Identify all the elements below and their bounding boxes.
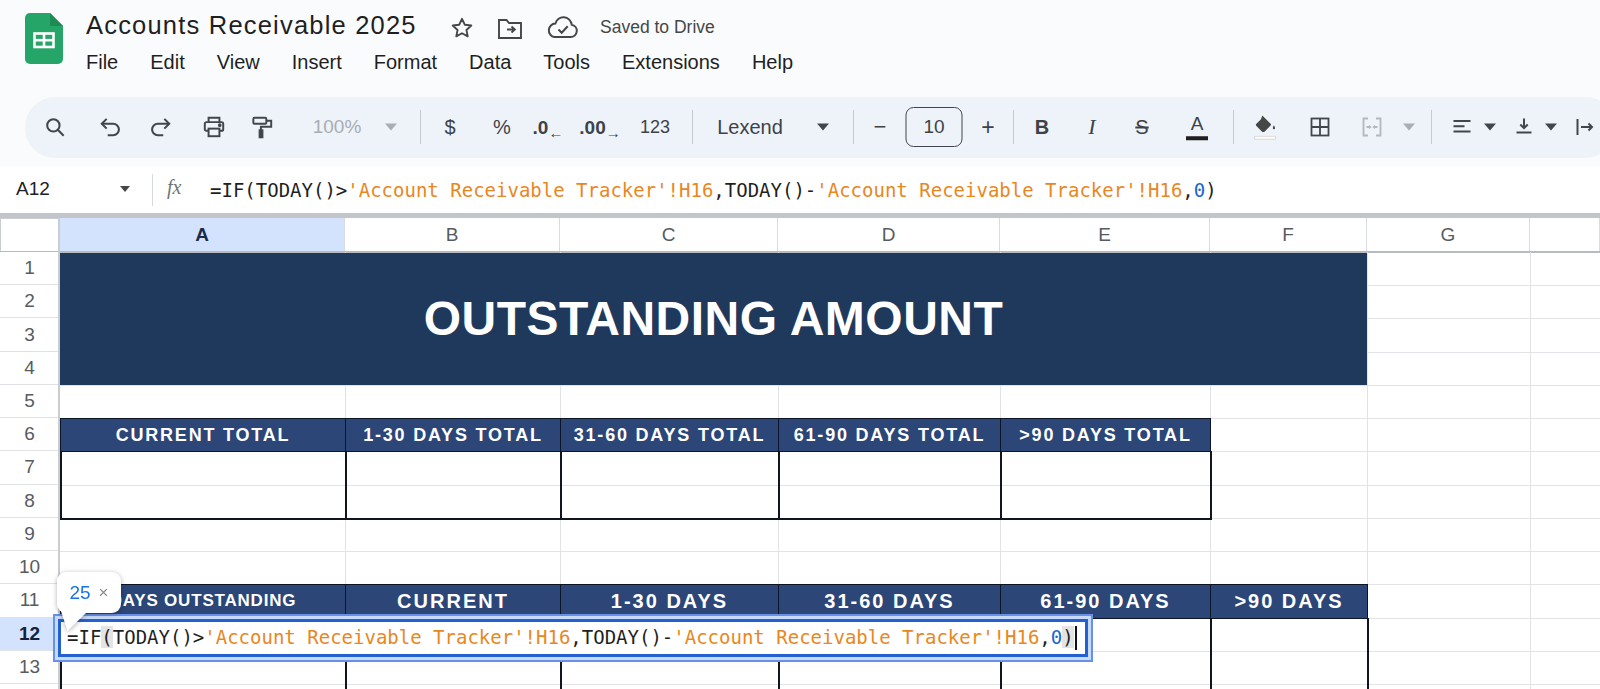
decrease-font-size-button[interactable]: −: [874, 114, 887, 140]
menu-tools[interactable]: Tools: [527, 48, 606, 77]
vertical-align-button[interactable]: [1512, 115, 1536, 139]
summary-header-cell: 31-60 DAYS TOTAL: [560, 418, 779, 452]
row-header-12[interactable]: 12: [0, 618, 59, 651]
font-name-select[interactable]: Lexend: [717, 116, 783, 139]
summary-border: [1210, 451, 1212, 517]
summary-header-cell: CURRENT TOTAL: [60, 418, 346, 452]
row-header-11[interactable]: 11: [0, 584, 59, 617]
increase-decimal-button[interactable]: .00→: [579, 114, 620, 141]
document-title[interactable]: Accounts Receivable 2025: [86, 11, 417, 40]
column-header-B[interactable]: B: [345, 218, 560, 252]
row-header-7[interactable]: 7: [0, 451, 59, 484]
column-header-C[interactable]: C: [560, 218, 778, 252]
row-header-4[interactable]: 4: [0, 352, 59, 385]
search-icon[interactable]: [42, 114, 68, 140]
undo-icon[interactable]: [98, 114, 124, 140]
summary-border: [560, 451, 562, 517]
row-header-9[interactable]: 9: [0, 518, 59, 551]
text-color-button[interactable]: A: [1186, 114, 1208, 140]
summary-header-cell: >90 DAYS TOTAL: [1000, 418, 1211, 452]
row-header-8[interactable]: 8: [0, 485, 59, 518]
column-header-E[interactable]: E: [1000, 218, 1210, 252]
menu-bar: FileEditViewInsertFormatDataToolsExtensi…: [70, 48, 809, 80]
print-icon[interactable]: [201, 114, 227, 140]
menu-file[interactable]: File: [70, 48, 134, 77]
borders-button[interactable]: [1308, 115, 1332, 139]
sheets-logo[interactable]: [25, 13, 63, 64]
row-header-2[interactable]: 2: [0, 285, 59, 318]
aging-header-cell: >90 DAYS: [1210, 584, 1368, 618]
fx-icon: fx: [167, 176, 181, 199]
aging-header-cell: 31-60 DAYS: [778, 584, 1001, 618]
menu-view[interactable]: View: [201, 48, 276, 77]
row-header-1[interactable]: 1: [0, 252, 59, 285]
horizontal-align-dropdown-icon[interactable]: [1484, 124, 1496, 131]
aging-border: [1210, 618, 1212, 689]
aging-header-cell: CURRENT: [345, 584, 561, 618]
summary-border-bottom: [60, 518, 1212, 520]
summary-border: [778, 451, 780, 517]
menu-insert[interactable]: Insert: [276, 48, 358, 77]
zoom-level[interactable]: 100%: [313, 116, 362, 138]
aging-border: [1367, 618, 1369, 689]
cell-editor[interactable]: =IF(TODAY()>'Account Receivable Tracker'…: [58, 619, 1088, 657]
menu-format[interactable]: Format: [358, 48, 453, 77]
vertical-align-dropdown-icon[interactable]: [1545, 124, 1557, 131]
move-folder-icon[interactable]: [497, 16, 523, 40]
formula-input[interactable]: =IF(TODAY()>'Account Receivable Tracker'…: [210, 179, 1217, 201]
column-header-empty[interactable]: [1530, 218, 1600, 252]
font-size-input[interactable]: 10: [906, 107, 963, 147]
column-header-A[interactable]: A: [60, 218, 345, 252]
italic-button[interactable]: I: [1088, 114, 1095, 140]
row-header-5[interactable]: 5: [0, 385, 59, 418]
menu-help[interactable]: Help: [736, 48, 809, 77]
aging-header-cell: 61-90 DAYS: [1000, 584, 1211, 618]
summary-border: [345, 451, 347, 517]
format-percent-button[interactable]: %: [493, 116, 511, 139]
select-all-corner[interactable]: [0, 218, 59, 252]
column-header-D[interactable]: D: [778, 218, 1000, 252]
zoom-dropdown-icon[interactable]: [385, 124, 397, 131]
menu-data[interactable]: Data: [453, 48, 527, 77]
font-dropdown-icon[interactable]: [817, 124, 829, 131]
paint-format-icon[interactable]: [249, 114, 275, 140]
name-box[interactable]: A12: [16, 178, 50, 200]
google-sheets-app: Accounts Receivable 2025 Saved to Drive …: [0, 0, 1600, 689]
saved-to-drive-icon: [545, 13, 581, 43]
horizontal-align-button[interactable]: [1450, 115, 1474, 139]
fill-color-button[interactable]: [1253, 115, 1277, 140]
row-header-6[interactable]: 6: [0, 418, 59, 451]
column-header-G[interactable]: G: [1367, 218, 1530, 252]
column-header-F[interactable]: F: [1210, 218, 1367, 252]
cell-value-tooltip: 25 ×: [57, 572, 121, 613]
row-header-13[interactable]: 13: [0, 651, 59, 684]
summary-border: [1000, 451, 1002, 517]
tooltip-value: 25: [69, 582, 90, 604]
tooltip-close-icon[interactable]: ×: [99, 583, 109, 603]
name-box-dropdown-icon[interactable]: [120, 186, 130, 192]
formula-bar: A12 fx =IF(TODAY()>'Account Receivable T…: [0, 166, 1600, 213]
menu-edit[interactable]: Edit: [134, 48, 200, 77]
summary-header-cell: 1-30 DAYS TOTAL: [345, 418, 561, 452]
format-currency-button[interactable]: $: [444, 116, 455, 139]
decrease-decimal-button[interactable]: .0←: [533, 114, 564, 141]
aging-header-cell: 1-30 DAYS: [560, 584, 779, 618]
increase-font-size-button[interactable]: +: [981, 114, 994, 141]
banner-outstanding-amount: OUTSTANDING AMOUNT: [60, 253, 1367, 385]
star-icon[interactable]: [449, 15, 475, 41]
text-wrap-button[interactable]: [1573, 115, 1597, 139]
row-header-10[interactable]: 10: [0, 551, 59, 584]
bold-button[interactable]: B: [1035, 116, 1049, 139]
merge-cells-button[interactable]: [1360, 115, 1384, 139]
strikethrough-button[interactable]: S: [1135, 116, 1148, 139]
menu-extensions[interactable]: Extensions: [606, 48, 736, 77]
format-123-button[interactable]: 123: [640, 117, 670, 138]
summary-border: [60, 451, 62, 517]
saved-status-label[interactable]: Saved to Drive: [600, 17, 715, 38]
merge-dropdown-icon[interactable]: [1403, 124, 1415, 131]
banner-title: OUTSTANDING AMOUNT: [424, 291, 1004, 346]
summary-header-cell: 61-90 DAYS TOTAL: [778, 418, 1001, 452]
row-header-3[interactable]: 3: [0, 318, 59, 351]
redo-icon[interactable]: [147, 114, 173, 140]
